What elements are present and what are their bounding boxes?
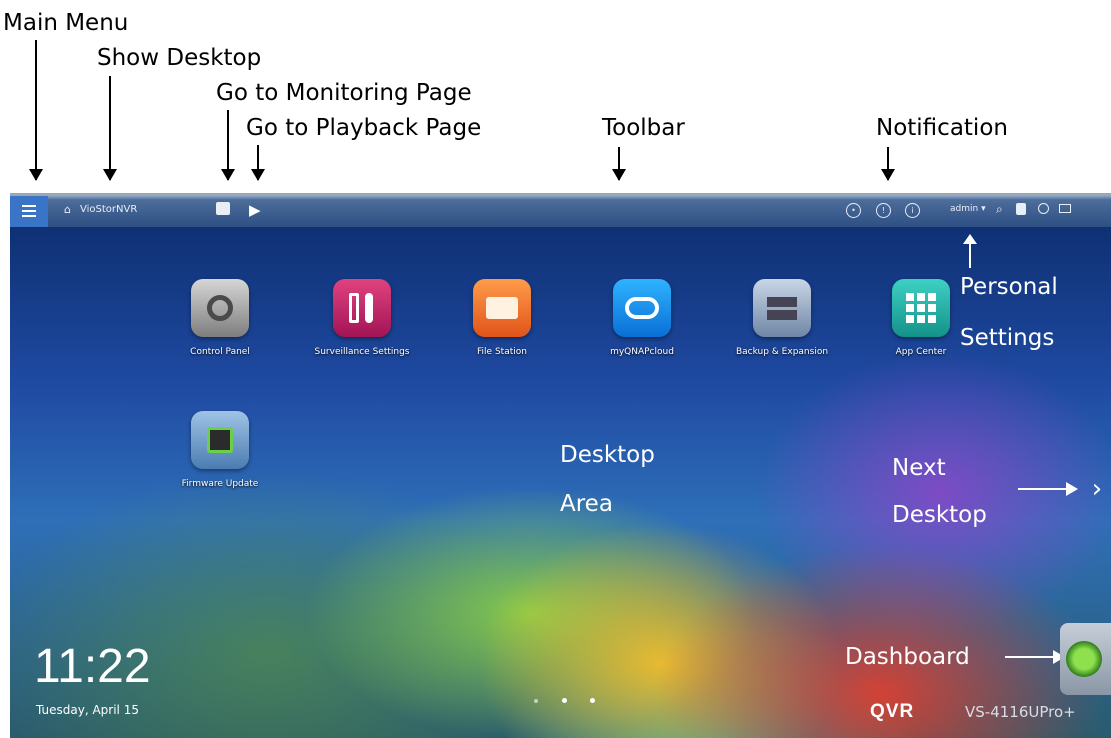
monitoring-icon[interactable] (216, 202, 230, 215)
personal-settings-annotation-1: Personal (960, 274, 1058, 300)
playback-arrow (251, 145, 265, 181)
main-menu-annotation: Main Menu (3, 10, 129, 36)
app-file-station[interactable]: File Station (442, 279, 562, 358)
playback-annotation: Go to Playback Page (246, 115, 482, 141)
app-firmware-update[interactable]: Firmware Update (160, 411, 280, 490)
next-desktop-annotation-2: Desktop (892, 502, 987, 528)
app-label: Surveillance Settings (314, 347, 410, 357)
folder-icon (473, 279, 531, 337)
grid-icon (892, 279, 950, 337)
clock-icon[interactable]: • (846, 203, 861, 218)
next-desktop-annotation-1: Next (892, 455, 946, 481)
options-icon[interactable] (1016, 203, 1026, 215)
app-control-panel[interactable]: Control Panel (160, 279, 280, 358)
monitoring-arrow (221, 110, 235, 181)
clock-time: 11:22 (34, 640, 151, 693)
app-backup-expansion[interactable]: Backup & Expansion (722, 279, 842, 358)
playback-icon[interactable]: ▶ (249, 201, 261, 219)
notification-arrow (881, 147, 895, 181)
model-name: VS-4116UPro+ (965, 703, 1076, 721)
app-surveillance-settings[interactable]: Surveillance Settings (302, 279, 422, 358)
page-dot[interactable] (590, 698, 595, 703)
user-menu[interactable]: admin ▾ (950, 204, 986, 214)
backup-icon (753, 279, 811, 337)
toolbar-annotation: Toolbar (602, 115, 685, 141)
app-label: Control Panel (190, 347, 250, 357)
qvr-logo: QVR (870, 701, 915, 722)
show-desktop-arrow (103, 76, 117, 181)
desktop-area-annotation-1: Desktop (560, 442, 655, 468)
main-menu-button[interactable] (10, 196, 48, 227)
dashboard-arrow (1005, 650, 1065, 664)
clock-date: Tuesday, April 15 (36, 703, 139, 717)
tools-icon (333, 279, 391, 337)
home-icon[interactable]: ⌂ (64, 203, 71, 216)
toolbar: ⌂ VioStorNVR ▶ • ! i admin ▾ ⌕ (10, 193, 1111, 227)
cloud-icon (613, 279, 671, 337)
user-name: admin (950, 204, 979, 214)
show-desktop-button[interactable]: VioStorNVR (80, 204, 137, 215)
app-label: Backup & Expansion (735, 347, 829, 357)
dashboard-annotation: Dashboard (845, 644, 970, 670)
gauge-icon (1066, 641, 1102, 677)
app-label: File Station (477, 347, 527, 357)
search-icon[interactable]: ⌕ (996, 202, 1003, 217)
toolbar-arrow (612, 147, 626, 181)
personal-settings-annotation-2: Settings (960, 325, 1055, 351)
notification-icon[interactable]: ! (876, 203, 891, 218)
next-desktop-button[interactable]: › (1082, 467, 1111, 511)
info-icon[interactable]: i (905, 203, 920, 218)
app-myqnapcloud[interactable]: myQNAPcloud (582, 279, 702, 358)
main-menu-arrow (29, 40, 43, 181)
page-dot-active[interactable] (562, 698, 567, 703)
app-label: Firmware Update (181, 479, 259, 489)
page-dot[interactable] (534, 699, 538, 703)
monitoring-annotation: Go to Monitoring Page (216, 80, 472, 106)
notification-annotation: Notification (876, 115, 1008, 141)
gear-icon (191, 279, 249, 337)
chip-icon (191, 411, 249, 469)
personal-settings-arrow (963, 234, 977, 268)
display-icon[interactable] (1059, 204, 1071, 213)
next-desktop-arrow (1018, 482, 1078, 496)
language-icon[interactable] (1038, 203, 1049, 214)
dashboard-button[interactable] (1060, 623, 1111, 695)
app-label: myQNAPcloud (610, 347, 674, 357)
desktop-area-annotation-2: Area (560, 491, 613, 517)
show-desktop-annotation: Show Desktop (97, 45, 262, 71)
desktop-screen: ⌂ VioStorNVR ▶ • ! i admin ▾ ⌕ Control P… (10, 193, 1111, 738)
